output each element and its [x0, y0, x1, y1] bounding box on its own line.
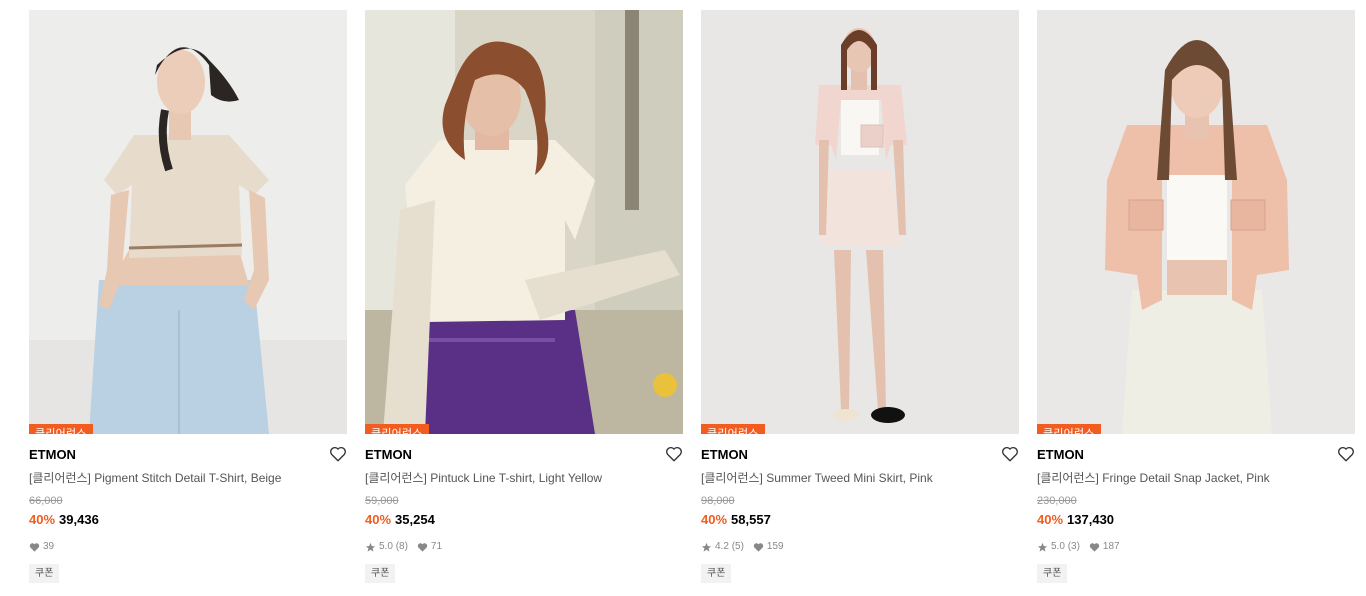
sale-price: 35,254 — [395, 512, 435, 527]
like-count: 39 — [43, 541, 55, 552]
heart-outline-icon[interactable] — [1001, 445, 1019, 463]
product-grid: 클리어런스 ETMON [클리어런스] Pigment Stitch Detai… — [0, 0, 1366, 596]
price-row: 40% 35,254 — [365, 511, 683, 528]
rating-score: 5.0 — [379, 541, 393, 552]
brand-name[interactable]: ETMON — [1037, 447, 1355, 463]
like-count: 159 — [766, 541, 784, 552]
heart-outline-icon[interactable] — [665, 445, 683, 463]
clearance-badge: 클리어런스 — [29, 424, 93, 434]
coupon-tag: 쿠폰 — [365, 564, 396, 583]
heart-outline-icon[interactable] — [1337, 445, 1355, 463]
brand-name[interactable]: ETMON — [365, 447, 683, 463]
heart-filled-icon — [29, 542, 40, 553]
heart-outline-icon[interactable] — [329, 445, 347, 463]
product-card[interactable]: 클리어런스 ETMON [클리어런스] Pigment Stitch Detai… — [29, 10, 347, 583]
original-price: 230,000 — [1037, 495, 1077, 507]
clearance-badge: 클리어런스 — [701, 424, 765, 434]
coupon-tag: 쿠폰 — [701, 564, 732, 583]
product-name[interactable]: [클리어런스] Fringe Detail Snap Jacket, Pink — [1037, 470, 1355, 486]
product-card[interactable]: 클리어런스 ETMON [클리어런스] Summer Tweed Mini Sk… — [701, 10, 1019, 583]
product-card[interactable]: 클리어런스 ETMON [클리어런스] Fringe Detail Snap J… — [1037, 10, 1355, 583]
sale-price: 58,557 — [731, 512, 771, 527]
product-name[interactable]: [클리어런스] Pintuck Line T-shirt, Light Yell… — [365, 470, 683, 486]
discount-rate: 40% — [29, 512, 56, 527]
coupon-tag: 쿠폰 — [29, 564, 60, 583]
product-image[interactable]: 클리어런스 — [701, 10, 1019, 434]
discount-rate: 40% — [701, 512, 728, 527]
rating-score: 4.2 — [715, 541, 729, 552]
original-price: 59,000 — [365, 495, 399, 507]
product-image[interactable]: 클리어런스 — [1037, 10, 1355, 434]
heart-filled-icon — [753, 542, 764, 553]
discount-rate: 40% — [365, 512, 392, 527]
like-count: 71 — [430, 541, 443, 552]
product-card[interactable]: 클리어런스 ETMON [클리어런스] Pintuck Line T-shirt… — [365, 10, 683, 583]
clearance-badge: 클리어런스 — [365, 424, 429, 434]
product-stats: 5.0 (8) 71 — [365, 540, 683, 554]
price-row: 40% 58,557 — [701, 511, 1019, 528]
price-row: 40% 137,430 — [1037, 511, 1355, 528]
sale-price: 39,436 — [59, 512, 99, 527]
product-stats: 39 — [29, 540, 347, 554]
discount-rate: 40% — [1037, 512, 1064, 527]
brand-name[interactable]: ETMON — [701, 447, 1019, 463]
like-count: 187 — [1102, 541, 1120, 552]
original-price: 98,000 — [701, 495, 735, 507]
heart-filled-icon — [1089, 542, 1100, 553]
heart-filled-icon — [417, 542, 428, 553]
star-icon — [365, 542, 376, 553]
rating-score: 5.0 — [1051, 541, 1065, 552]
product-stats: 4.2 (5) 159 — [701, 540, 1019, 554]
original-price: 66,000 — [29, 495, 63, 507]
star-icon — [701, 542, 712, 553]
sale-price: 137,430 — [1067, 512, 1115, 527]
review-count: (3) — [1067, 541, 1080, 552]
star-icon — [1037, 542, 1048, 553]
product-stats: 5.0 (3) 187 — [1037, 540, 1355, 554]
review-count: (5) — [731, 541, 744, 552]
clearance-badge: 클리어런스 — [1037, 424, 1101, 434]
product-name[interactable]: [클리어런스] Pigment Stitch Detail T-Shirt, B… — [29, 470, 347, 486]
brand-name[interactable]: ETMON — [29, 447, 347, 463]
product-image[interactable]: 클리어런스 — [29, 10, 347, 434]
product-name[interactable]: [클리어런스] Summer Tweed Mini Skirt, Pink — [701, 470, 1019, 486]
review-count: (8) — [395, 541, 408, 552]
coupon-tag: 쿠폰 — [1037, 564, 1068, 583]
product-image[interactable]: 클리어런스 — [365, 10, 683, 434]
price-row: 40% 39,436 — [29, 511, 347, 528]
